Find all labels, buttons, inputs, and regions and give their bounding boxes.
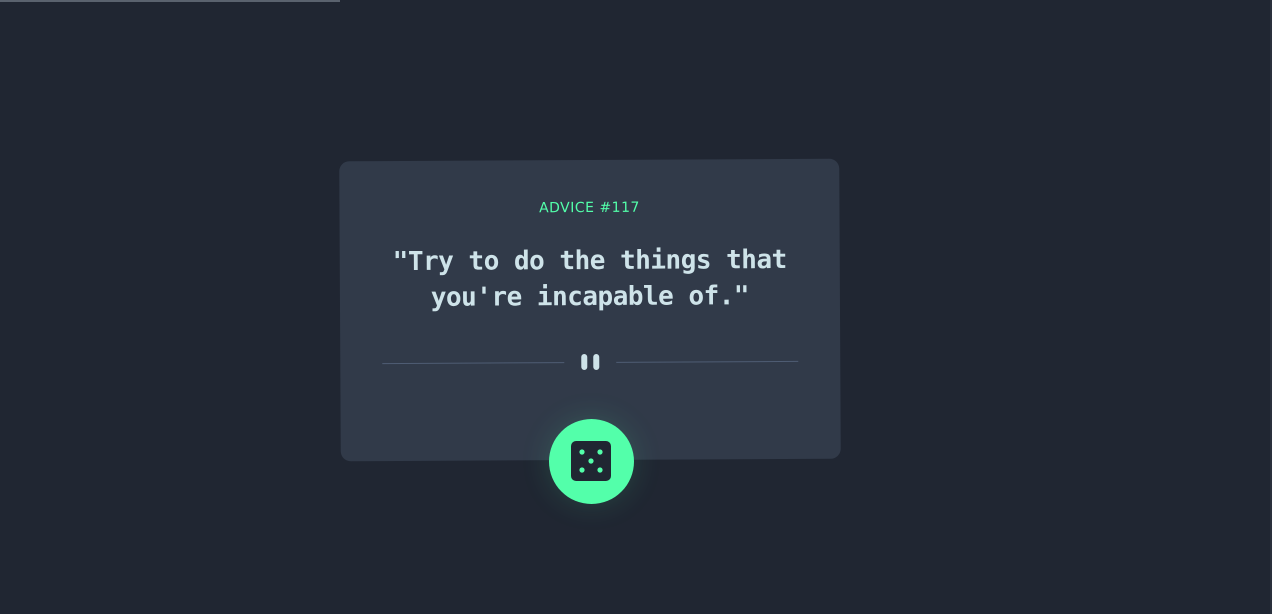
dice-icon	[571, 441, 611, 481]
advice-quote: "Try to do the things that you're incapa…	[392, 244, 787, 313]
pause-icon	[579, 353, 601, 371]
divider-line-left	[382, 362, 565, 365]
top-border-line	[0, 0, 340, 2]
advice-id-label: ADVICE #117	[539, 199, 640, 217]
advice-card: ADVICE #117 "Try to do the things that y…	[339, 158, 841, 462]
divider-line-right	[616, 360, 799, 363]
new-advice-button[interactable]	[549, 419, 634, 504]
pattern-divider	[382, 351, 799, 373]
